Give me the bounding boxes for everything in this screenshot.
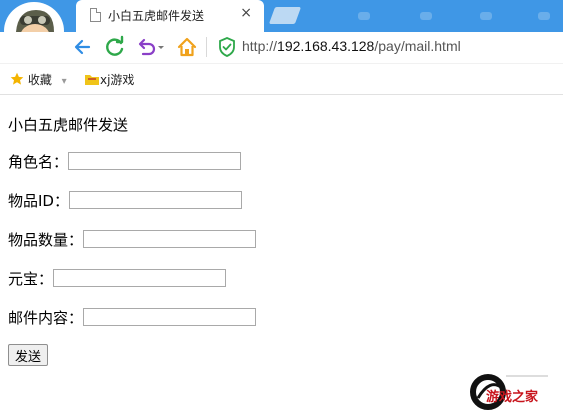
refresh-button[interactable] (102, 34, 128, 60)
tab-title: 小白五虎邮件发送 (108, 9, 205, 23)
send-button[interactable]: 发送 (8, 344, 49, 366)
chevron-down-icon: ▾ (61, 76, 67, 87)
yuanbao-label: 元宝： (8, 269, 54, 288)
url-host: 192.168.43.128 (277, 38, 375, 54)
mail-content-input[interactable] (83, 308, 257, 326)
watermark-mark (420, 12, 432, 20)
mail-content-label: 邮件内容： (8, 308, 84, 327)
role-name-input[interactable] (68, 152, 242, 170)
back-button[interactable] (70, 34, 96, 60)
item-id-input[interactable] (68, 191, 242, 209)
page-icon (90, 8, 101, 22)
toolbar-divider (206, 37, 207, 57)
undo-icon (138, 38, 164, 56)
watermark-mark (358, 12, 370, 20)
field-item-count: 物品数量： (8, 228, 257, 250)
bookmarks-bar: 收藏 ▾ xj游戏 (0, 63, 563, 95)
item-id-label: 物品ID： (8, 191, 69, 210)
field-role-name: 角色名： (8, 150, 242, 172)
home-button[interactable] (174, 34, 200, 60)
favorites-label: 收藏 (27, 73, 52, 87)
browser-tab-active[interactable]: 小白五虎邮件发送 × (76, 0, 264, 32)
address-bar[interactable]: http://192.168.43.128/pay/mail.html (242, 38, 461, 54)
yuanbao-input[interactable] (53, 269, 227, 287)
security-shield-icon[interactable] (218, 37, 236, 61)
star-icon (10, 72, 24, 85)
home-icon (177, 37, 197, 57)
url-path: /pay/mail.html (374, 38, 461, 54)
bookmark-item-xj-game[interactable]: xj游戏 (84, 71, 134, 88)
back-arrow-icon (74, 39, 91, 55)
field-yuanbao: 元宝： (8, 267, 227, 289)
bookmark-item-label: xj游戏 (100, 73, 135, 87)
role-name-label: 角色名： (8, 152, 69, 171)
page-title: 小白五虎邮件发送 (8, 116, 129, 134)
watermark-logo-text: 游戏之家 (486, 390, 539, 405)
navigation-bar: http://192.168.43.128/pay/mail.html (0, 32, 563, 62)
favorites-menu[interactable]: 收藏 ▾ (10, 71, 67, 88)
refresh-icon (106, 35, 124, 56)
undo-close-tab-button[interactable] (134, 34, 168, 60)
game-folder-icon (85, 75, 99, 85)
new-tab-button[interactable] (268, 7, 302, 24)
browser-tab-strip: 小白五虎邮件发送 × (0, 0, 563, 32)
item-count-label: 物品数量： (8, 230, 84, 249)
watermark-mark (480, 12, 492, 20)
url-scheme: http:// (242, 38, 278, 54)
item-count-input[interactable] (83, 230, 257, 248)
field-mail-content: 邮件内容： (8, 306, 257, 328)
field-item-id: 物品ID： (8, 189, 242, 211)
watermark-mark (538, 12, 550, 20)
close-icon[interactable]: × (240, 5, 252, 21)
